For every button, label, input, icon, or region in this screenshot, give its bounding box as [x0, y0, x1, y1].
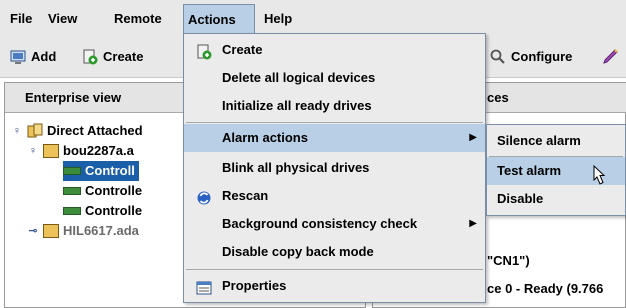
menu-item-delete-all-logical-devices[interactable]: Delete all logical devices	[184, 64, 485, 92]
tree-item-direct-attached[interactable]: ♀ Direct Attached	[11, 121, 143, 141]
collapse-toggle-icon[interactable]: ♀	[27, 141, 39, 161]
menu-file[interactable]: File	[6, 8, 36, 30]
controller-icon	[63, 207, 81, 215]
menu-item-disable-copy-back-mode[interactable]: Disable copy back mode	[184, 238, 485, 266]
create-icon	[82, 49, 98, 65]
create-button[interactable]: Create	[82, 46, 143, 68]
device-info-line: "CN1")	[487, 253, 530, 268]
menu-view[interactable]: View	[44, 8, 81, 30]
menu-item-initialize-all-ready-drives[interactable]: Initialize all ready drives	[184, 92, 485, 120]
tree-label: Controlle	[85, 183, 143, 198]
menu-item-label: Create	[222, 42, 263, 57]
tree-label: Controlle	[85, 203, 143, 218]
submenu-arrow-icon: ▶	[469, 218, 477, 229]
menu-item-blink-all-physical-drives[interactable]: Blink all physical drives	[184, 154, 485, 182]
menu-item-background-consistency-check[interactable]: Background consistency check ▶	[184, 210, 485, 238]
menu-item-create[interactable]: Create	[184, 36, 485, 64]
collapse-toggle-icon[interactable]: ♀	[11, 121, 23, 141]
tree-item-server[interactable]: ♀ bou2287a.a	[27, 141, 134, 161]
menu-item-label: Blink all physical drives	[222, 160, 370, 175]
menu-item-properties[interactable]: Properties	[184, 272, 485, 300]
controller-icon	[63, 167, 81, 175]
add-server-icon	[10, 49, 26, 65]
tree-item-controller[interactable]: Controlle	[63, 181, 142, 201]
expand-toggle-icon[interactable]: ⊸	[27, 221, 39, 241]
tree-item-controller[interactable]: Controlle	[63, 201, 142, 221]
actions-menu: Create Delete all logical devices Initia…	[183, 33, 486, 303]
pencil-icon	[602, 49, 618, 65]
properties-icon	[196, 278, 212, 295]
devices-header-label: ces	[487, 90, 509, 105]
menu-item-alarm-actions[interactable]: Alarm actions ▶	[184, 124, 485, 152]
mouse-cursor-icon	[586, 164, 608, 194]
server-icon	[43, 224, 59, 238]
configure-icon	[490, 49, 506, 65]
tree-item-controller-selected[interactable]: Controll	[63, 161, 139, 181]
menu-help[interactable]: Help	[260, 8, 296, 30]
tree-item-server[interactable]: ⊸ HIL6617.ada	[27, 221, 139, 241]
server-icon	[43, 144, 59, 158]
menu-item-label: Initialize all ready drives	[222, 98, 372, 113]
menu-item-label: Properties	[222, 278, 287, 293]
device-status-line: ce 0 - Ready (9.766	[487, 281, 604, 296]
add-button[interactable]: Add	[10, 46, 56, 68]
settings-button[interactable]	[602, 46, 618, 68]
menu-item-label: Test alarm	[497, 163, 562, 178]
menu-item-label: Disable copy back mode	[222, 244, 374, 259]
submenu-item-silence-alarm[interactable]: Silence alarm	[487, 127, 625, 155]
controller-icon	[63, 187, 81, 195]
add-label: Add	[31, 49, 57, 64]
configure-label: Configure	[511, 49, 573, 64]
configure-button[interactable]: Configure	[490, 46, 572, 68]
menu-item-label: Disable	[497, 191, 544, 206]
menu-item-label: Rescan	[222, 188, 269, 203]
menu-item-rescan[interactable]: Rescan	[184, 182, 485, 210]
menu-separator	[186, 269, 483, 270]
menu-remote[interactable]: Remote	[110, 8, 166, 30]
menubar: File View Remote Actions Help	[0, 0, 626, 36]
menu-item-label: Silence alarm	[497, 133, 581, 148]
menu-actions[interactable]: Actions	[183, 4, 255, 34]
tree-label: bou2287a.a	[63, 143, 134, 158]
create-label: Create	[103, 49, 144, 64]
submenu-arrow-icon: ▶	[469, 132, 477, 143]
menu-separator	[186, 122, 483, 123]
tree-label: HIL6617.ada	[63, 223, 139, 238]
tree-label: Direct Attached	[47, 123, 143, 138]
servers-icon	[27, 123, 43, 139]
create-icon	[196, 42, 212, 60]
menu-item-label: Alarm actions	[222, 130, 308, 145]
rescan-icon	[196, 188, 212, 205]
menu-item-label: Background consistency check	[222, 216, 418, 231]
menu-item-label: Delete all logical devices	[222, 70, 376, 85]
tree-label: Controll	[85, 163, 135, 178]
